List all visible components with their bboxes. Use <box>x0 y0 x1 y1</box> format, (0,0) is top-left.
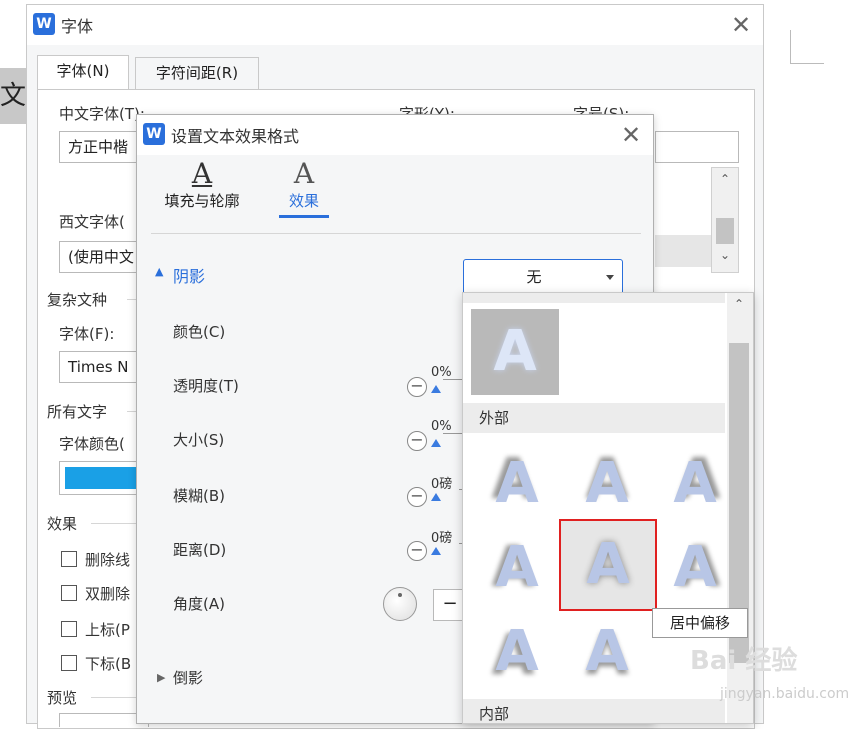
shadow-outer-bottom[interactable]: A <box>563 609 651 695</box>
size-value: 0% <box>431 419 452 434</box>
blur-label: 模糊(B) <box>173 487 225 505</box>
document-text: 文字 <box>0 68 26 124</box>
blur-value: 0磅 <box>431 477 453 492</box>
wps-logo-icon: W <box>33 13 55 35</box>
complex-script-section: 复杂文种 <box>47 291 108 309</box>
tab-char-spacing[interactable]: 字符间距(R) <box>135 57 259 89</box>
shadow-color-label: 颜色(C) <box>173 323 226 341</box>
shadow-preset-dropdown[interactable]: 无 <box>463 259 623 295</box>
scroll-up-icon[interactable]: ⌃ <box>734 297 744 311</box>
chinese-font-label: 中文字体(T): <box>59 105 145 123</box>
effects-section: 效果 <box>47 515 78 533</box>
tab-font[interactable]: 字体(N) <box>37 55 129 89</box>
blur-decrease-button[interactable]: − <box>407 487 427 507</box>
shadow-outer-top[interactable]: A <box>563 441 651 527</box>
preset-glyph: A <box>586 532 630 597</box>
blur-slider-thumb[interactable] <box>431 493 441 501</box>
collapse-triangle-icon[interactable]: ▶ <box>157 671 165 684</box>
transparency-label: 透明度(T) <box>173 377 239 395</box>
distance-value: 0磅 <box>431 531 453 546</box>
preset-glyph: A <box>585 451 629 516</box>
preview-section: 预览 <box>47 689 78 707</box>
transparency-decrease-button[interactable]: − <box>407 377 427 397</box>
shadow-section-label[interactable]: 阴影 <box>173 263 205 287</box>
angle-label: 角度(A) <box>173 595 225 613</box>
divider <box>151 233 641 234</box>
size-label: 大小(S) <box>173 431 225 449</box>
subscript-checkbox[interactable] <box>61 655 77 671</box>
wps-logo-icon: W <box>143 123 165 145</box>
expand-triangle-icon[interactable]: ▲ <box>155 265 163 278</box>
subscript-label: 下标(B <box>85 655 132 673</box>
text-effect-icon: A <box>293 157 315 190</box>
font-size-input[interactable] <box>655 131 739 163</box>
watermark-logo: Bai 经验 <box>690 646 798 676</box>
fx-tabs: A 填充与轮廓 A 效果 <box>137 155 653 233</box>
font-dialog-titlebar: W 字体 ✕ <box>27 5 763 45</box>
transparency-slider-track[interactable] <box>443 379 463 380</box>
font-color-swatch <box>65 467 143 489</box>
double-strikethrough-checkbox[interactable] <box>61 585 77 601</box>
fx-dialog-title: 设置文本效果格式 <box>171 127 300 146</box>
reflection-section-label[interactable]: 倒影 <box>173 667 203 688</box>
gallery-top-category <box>463 293 725 303</box>
preset-tooltip: 居中偏移 <box>652 608 748 638</box>
strikethrough-checkbox[interactable] <box>61 551 77 567</box>
distance-decrease-button[interactable]: − <box>407 541 427 561</box>
fx-dialog-close-icon[interactable]: ✕ <box>621 123 641 147</box>
outer-category-header: 外部 <box>463 403 725 433</box>
superscript-checkbox[interactable] <box>61 621 77 637</box>
shadow-outer-right[interactable]: A <box>651 525 739 611</box>
distance-label: 距离(D) <box>173 541 227 559</box>
font-size-list-scrollbar[interactable]: ⌃ ⌄ <box>711 167 739 273</box>
transparency-slider-thumb[interactable] <box>431 385 441 393</box>
text-fill-icon: A <box>191 157 213 190</box>
scroll-thumb[interactable] <box>716 218 734 244</box>
font-dialog-close-icon[interactable]: ✕ <box>731 13 751 37</box>
shadow-outer-top-right[interactable]: A <box>651 441 739 527</box>
complex-font-label: 字体(F): <box>59 325 115 343</box>
watermark-url: jingyan.baidu.com <box>720 686 850 702</box>
shadow-outer-left[interactable]: A <box>473 525 561 611</box>
active-tab-indicator <box>279 215 329 218</box>
tab-effects-label: 效果 <box>288 192 319 210</box>
transparency-value: 0% <box>431 365 452 380</box>
chevron-down-icon <box>606 275 614 280</box>
size-slider-thumb[interactable] <box>431 439 441 447</box>
scroll-down-icon[interactable]: ⌄ <box>720 248 730 262</box>
size-slider-track[interactable] <box>443 433 463 434</box>
preset-glyph: A <box>585 619 629 684</box>
inner-category-header: 内部 <box>463 699 725 723</box>
angle-dial-marker <box>398 593 402 597</box>
tab-fill-outline[interactable]: A 填充与轮廓 <box>157 157 247 211</box>
preset-glyph: A <box>495 535 539 600</box>
preset-glyph: A <box>495 451 539 516</box>
page-corner-marker <box>790 30 824 64</box>
all-text-section: 所有文字 <box>47 403 108 421</box>
angle-dial[interactable] <box>383 587 417 621</box>
font-dialog-title: 字体 <box>61 17 94 36</box>
scroll-up-icon[interactable]: ⌃ <box>720 172 730 186</box>
size-decrease-button[interactable]: − <box>407 431 427 451</box>
strikethrough-label: 删除线 <box>85 551 131 569</box>
fx-dialog-titlebar: W 设置文本效果格式 ✕ <box>137 115 653 155</box>
shadow-outer-top-left[interactable]: A <box>473 441 561 527</box>
shadow-outer-center-selected[interactable]: A <box>559 519 657 611</box>
distance-slider-thumb[interactable] <box>431 547 441 555</box>
preset-glyph: A <box>493 319 537 384</box>
preset-glyph: A <box>673 535 717 600</box>
double-strikethrough-label: 双删除 <box>85 585 131 603</box>
preset-glyph: A <box>673 451 717 516</box>
preset-glyph: A <box>495 619 539 684</box>
tab-effects[interactable]: A 效果 <box>279 157 329 218</box>
tab-fill-outline-label: 填充与轮廓 <box>164 192 240 210</box>
font-size-list-item[interactable] <box>655 235 711 267</box>
shadow-outer-bottom-left[interactable]: A <box>473 609 561 695</box>
western-font-label: 西文字体( <box>59 213 125 231</box>
font-color-label: 字体颜色( <box>59 435 125 453</box>
shadow-preset-value: 无 <box>526 268 542 286</box>
superscript-label: 上标(P <box>85 621 130 639</box>
shadow-preset-none[interactable]: A <box>471 309 559 395</box>
